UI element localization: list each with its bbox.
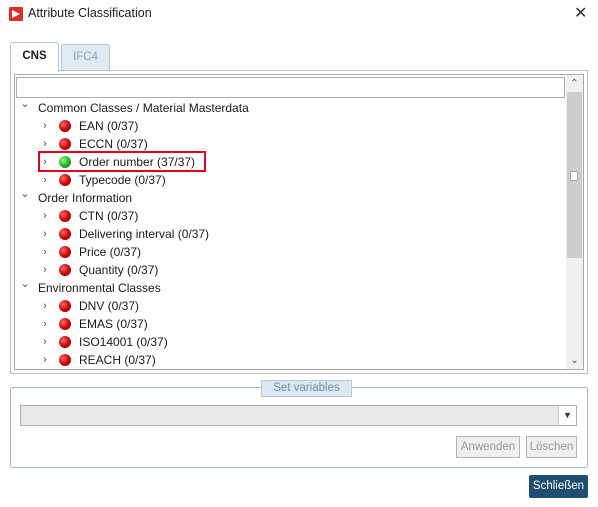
chevron-right-icon[interactable]: › [39, 117, 51, 135]
tree-filter-input[interactable] [16, 77, 565, 98]
chevron-down-icon[interactable]: ⌄ [19, 185, 31, 203]
tab-panel: ⌄ Common Classes / Material Masterdata › EA… [10, 70, 588, 374]
status-red-icon [59, 228, 71, 240]
tree-row-label: ISO14001 (0/37) [79, 335, 168, 349]
chevron-right-icon[interactable]: › [39, 225, 51, 243]
chevron-right-icon[interactable]: › [39, 207, 51, 225]
tree-row-label: CTN (0/37) [79, 209, 139, 223]
set-variables-group: Set variables ▼ Anwenden Löschen [10, 380, 588, 468]
app-logo-icon [9, 7, 23, 21]
scroll-up-icon[interactable]: ⌃ [566, 75, 583, 92]
status-red-icon [59, 174, 71, 186]
delete-button[interactable]: Löschen [526, 436, 577, 458]
title-bar: Attribute Classification ✕ [0, 0, 598, 28]
chevron-right-icon[interactable]: › [39, 315, 51, 333]
tree-row-label: REACH (0/37) [79, 353, 156, 367]
chevron-right-icon[interactable]: › [39, 243, 51, 261]
chevron-right-icon[interactable]: › [39, 171, 51, 189]
chevron-right-icon[interactable]: › [39, 333, 51, 351]
tree-row-label: Price (0/37) [79, 245, 142, 259]
window-title: Attribute Classification [28, 6, 152, 20]
tree-row-label: Typecode (0/37) [79, 173, 166, 187]
status-red-icon [59, 138, 71, 150]
status-red-icon [59, 120, 71, 132]
chevron-right-icon[interactable]: › [39, 351, 51, 369]
tree-row-label: Order Information [38, 191, 133, 205]
chevron-right-icon[interactable]: › [39, 261, 51, 279]
tab-ifc4[interactable]: IFC4 [61, 44, 110, 70]
status-red-icon [59, 354, 71, 366]
status-red-icon [59, 336, 71, 348]
tree-row-label: Delivering interval (0/37) [79, 227, 210, 241]
status-red-icon [59, 300, 71, 312]
tree-row-label: EAN (0/37) [79, 119, 139, 133]
status-red-icon [59, 318, 71, 330]
set-variables-legend: Set variables [261, 380, 352, 397]
scroll-down-icon[interactable]: ⌄ [566, 352, 583, 369]
chevron-down-icon[interactable]: ⌄ [19, 95, 31, 113]
tree-row-label: Environmental Classes [38, 281, 161, 295]
status-red-icon [59, 246, 71, 258]
close-button[interactable]: Schließen [529, 475, 588, 498]
scroll-position-marker [570, 171, 578, 181]
tree-row-label: Common Classes / Material Masterdata [38, 101, 249, 115]
tab-cns[interactable]: CNS [10, 42, 59, 72]
close-icon[interactable]: ✕ [574, 3, 587, 23]
tree-row-label: Quantity (0/37) [79, 263, 159, 277]
apply-button[interactable]: Anwenden [456, 436, 520, 458]
chevron-right-icon[interactable]: › [39, 297, 51, 315]
chevron-down-icon[interactable]: ⌄ [19, 275, 31, 293]
status-red-icon [59, 264, 71, 276]
variable-combobox[interactable]: ▼ [20, 405, 577, 426]
highlight-box [38, 151, 206, 172]
classification-tree: ⌄ Common Classes / Material Masterdata › EA… [14, 74, 584, 370]
tree-scrollbar[interactable]: ⌃ ⌄ [566, 75, 583, 369]
dropdown-arrow-icon[interactable]: ▼ [558, 406, 576, 425]
status-red-icon [59, 210, 71, 222]
tree-row-label: DNV (0/37) [79, 299, 140, 313]
tree-row-label: EMAS (0/37) [79, 317, 148, 331]
